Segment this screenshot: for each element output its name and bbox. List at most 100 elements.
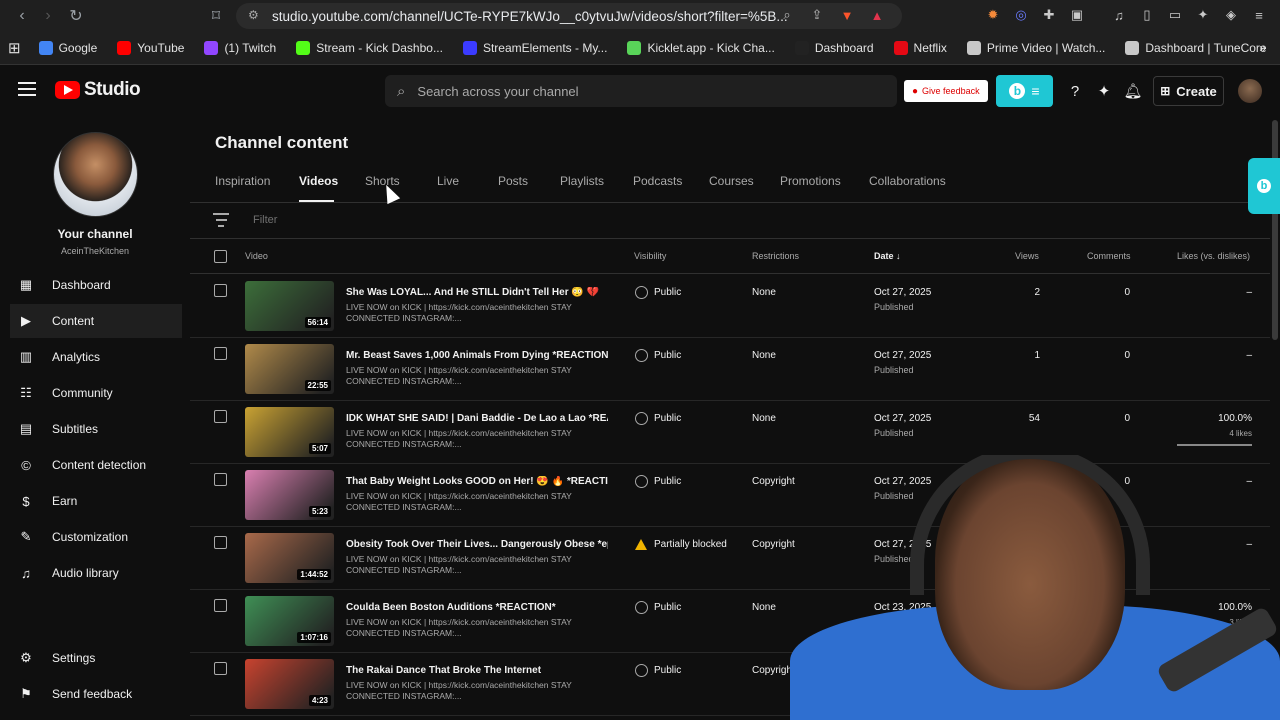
tab-videos[interactable]: Videos <box>299 174 338 188</box>
give-feedback-button[interactable]: ● Give feedback <box>904 80 988 102</box>
sidebar-item-community[interactable]: ☷ Community <box>10 376 182 410</box>
sidebar-item-analytics[interactable]: ▥ Analytics <box>10 340 182 374</box>
bookmark-item[interactable]: Netflix <box>893 41 947 55</box>
sidebar-item-dashboard[interactable]: ▦ Dashboard <box>10 268 182 302</box>
bookmark-item[interactable]: Kicklet.app - Kick Cha... <box>627 41 775 55</box>
restrictions-value[interactable]: None <box>752 602 776 613</box>
site-info-icon[interactable]: ⚙ <box>248 8 259 22</box>
extension-icon[interactable]: ◎ <box>1010 4 1032 26</box>
media-icon[interactable]: ♫ <box>1108 4 1130 26</box>
more-bookmarks-icon[interactable]: » <box>1259 41 1266 55</box>
brave-shield-icon[interactable]: ▼ <box>836 4 858 26</box>
tab-posts[interactable]: Posts <box>498 174 528 188</box>
brave-rewards-icon[interactable]: ▲ <box>866 4 888 26</box>
bookmark-page-icon[interactable]: ⌑ <box>202 2 230 30</box>
menu-icon[interactable]: ≡ <box>1248 4 1270 26</box>
row-checkbox[interactable] <box>214 536 227 549</box>
bookmark-item[interactable]: YouTube <box>117 41 184 55</box>
video-thumbnail[interactable]: 1:07:16 <box>245 596 334 646</box>
sidebar-item-content-detection[interactable]: © Content detection <box>10 448 182 482</box>
vpn-icon[interactable]: ◈ <box>1220 4 1242 26</box>
create-button[interactable]: ⊞ Create <box>1153 76 1224 106</box>
bookmark-item[interactable]: Dashboard <box>794 41 874 55</box>
bookmark-item[interactable]: Dashboard | TuneCore <box>1125 41 1267 55</box>
sidebar-item-content[interactable]: ▶ Content <box>10 304 182 338</box>
video-thumbnail[interactable]: 5:23 <box>245 470 334 520</box>
channel-avatar[interactable] <box>53 132 138 217</box>
visibility-status[interactable]: Public <box>654 413 681 424</box>
visibility-status[interactable]: Public <box>654 602 681 613</box>
bookmark-item[interactable]: (1) Twitch <box>204 41 276 55</box>
row-checkbox[interactable] <box>214 599 227 612</box>
visibility-status[interactable]: Public <box>654 350 681 361</box>
video-thumbnail[interactable]: 22:55 <box>245 344 334 394</box>
sidebar-item-settings[interactable]: ⚙ Settings <box>10 641 182 675</box>
extension-icon[interactable]: ✹ <box>982 4 1004 26</box>
tab-inspiration[interactable]: Inspiration <box>215 174 270 188</box>
video-title[interactable]: That Baby Weight Looks GOOD on Her! 😍 🔥 … <box>346 476 608 487</box>
table-row[interactable]: 22:55 Mr. Beast Saves 1,000 Animals From … <box>190 338 1270 401</box>
sidebar-item-customization[interactable]: ✎ Customization <box>10 520 182 554</box>
tab-playlists[interactable]: Playlists <box>560 174 604 188</box>
restrictions-value[interactable]: None <box>752 413 776 424</box>
leo-ai-icon[interactable]: ✦ <box>1192 4 1214 26</box>
back-icon[interactable]: ‹ <box>8 2 36 30</box>
visibility-status[interactable]: Public <box>654 665 681 676</box>
filter-icon[interactable] <box>213 213 229 227</box>
sidebar-icon[interactable]: ▯ <box>1136 4 1158 26</box>
help-icon[interactable]: ? <box>1064 80 1086 102</box>
screenshot-icon[interactable]: ▣ <box>1066 4 1088 26</box>
extension-badge-button[interactable]: b ≡ <box>996 75 1053 107</box>
video-thumbnail[interactable]: 4:23 <box>245 659 334 709</box>
video-title[interactable]: Mr. Beast Saves 1,000 Animals From Dying… <box>346 350 608 361</box>
video-thumbnail[interactable]: 5:07 <box>245 407 334 457</box>
row-checkbox[interactable] <box>214 410 227 423</box>
sidebar-item-send-feedback[interactable]: ⚑ Send feedback <box>10 677 182 711</box>
search-input[interactable] <box>417 83 858 99</box>
row-checkbox[interactable] <box>214 284 227 297</box>
video-title[interactable]: She Was LOYAL... And He STILL Didn't Tel… <box>346 287 599 298</box>
share-icon[interactable]: ⇪ <box>806 4 828 26</box>
restrictions-value[interactable]: Copyright <box>752 476 795 487</box>
restrictions-value[interactable]: None <box>752 350 776 361</box>
bookmark-item[interactable]: Google <box>38 41 97 55</box>
row-checkbox[interactable] <box>214 347 227 360</box>
zoom-icon[interactable]: ⌕ <box>776 4 798 26</box>
video-title[interactable]: The Rakai Dance That Broke The Internet <box>346 665 541 676</box>
visibility-status[interactable]: Public <box>654 287 681 298</box>
apps-icon[interactable]: ⊞ <box>8 39 21 57</box>
restrictions-value[interactable]: Copyright <box>752 539 795 550</box>
video-title[interactable]: Coulda Been Boston Auditions *REACTION* <box>346 602 556 613</box>
notifications-icon[interactable]: 🔔︎ <box>1122 80 1144 102</box>
video-title[interactable]: IDK WHAT SHE SAID! | Dani Baddie - De La… <box>346 413 608 424</box>
visibility-status[interactable]: Public <box>654 476 681 487</box>
tab-collaborations[interactable]: Collaborations <box>869 174 946 188</box>
reload-icon[interactable]: ↻ <box>62 2 90 30</box>
extension-side-tab[interactable]: b <box>1248 158 1280 214</box>
restrictions-value[interactable]: None <box>752 287 776 298</box>
column-header-date[interactable]: Date ↓ <box>874 251 901 261</box>
account-avatar[interactable] <box>1238 79 1262 103</box>
tab-promotions[interactable]: Promotions <box>780 174 841 188</box>
forward-icon[interactable]: › <box>34 2 62 30</box>
tab-courses[interactable]: Courses <box>709 174 754 188</box>
scrollbar[interactable] <box>1272 120 1278 340</box>
search-bar[interactable]: ⌕ <box>385 75 897 107</box>
wallet-icon[interactable]: ▭ <box>1164 4 1186 26</box>
filter-input[interactable]: Filter <box>253 214 277 226</box>
bookmark-item[interactable]: StreamElements - My... <box>462 41 607 55</box>
youtube-studio-logo[interactable]: Studio <box>55 79 141 101</box>
video-title[interactable]: Obesity Took Over Their Lives... Dangero… <box>346 539 608 550</box>
sidebar-item-subtitles[interactable]: ▤ Subtitles <box>10 412 182 446</box>
sidebar-item-audio-library[interactable]: ♫ Audio library <box>10 556 182 590</box>
video-thumbnail[interactable]: 56:14 <box>245 281 334 331</box>
extensions-puzzle-icon[interactable]: ✚ <box>1038 4 1060 26</box>
row-checkbox[interactable] <box>214 662 227 675</box>
bookmark-item[interactable]: Stream - Kick Dashbo... <box>296 41 443 55</box>
table-row[interactable]: 56:14 She Was LOYAL... And He STILL Didn'… <box>190 275 1270 338</box>
video-thumbnail[interactable]: 1:44:52 <box>245 533 334 583</box>
select-all-checkbox[interactable] <box>214 250 227 263</box>
bookmark-item[interactable]: Prime Video | Watch... <box>966 41 1105 55</box>
tab-podcasts[interactable]: Podcasts <box>633 174 682 188</box>
tab-live[interactable]: Live <box>437 174 459 188</box>
